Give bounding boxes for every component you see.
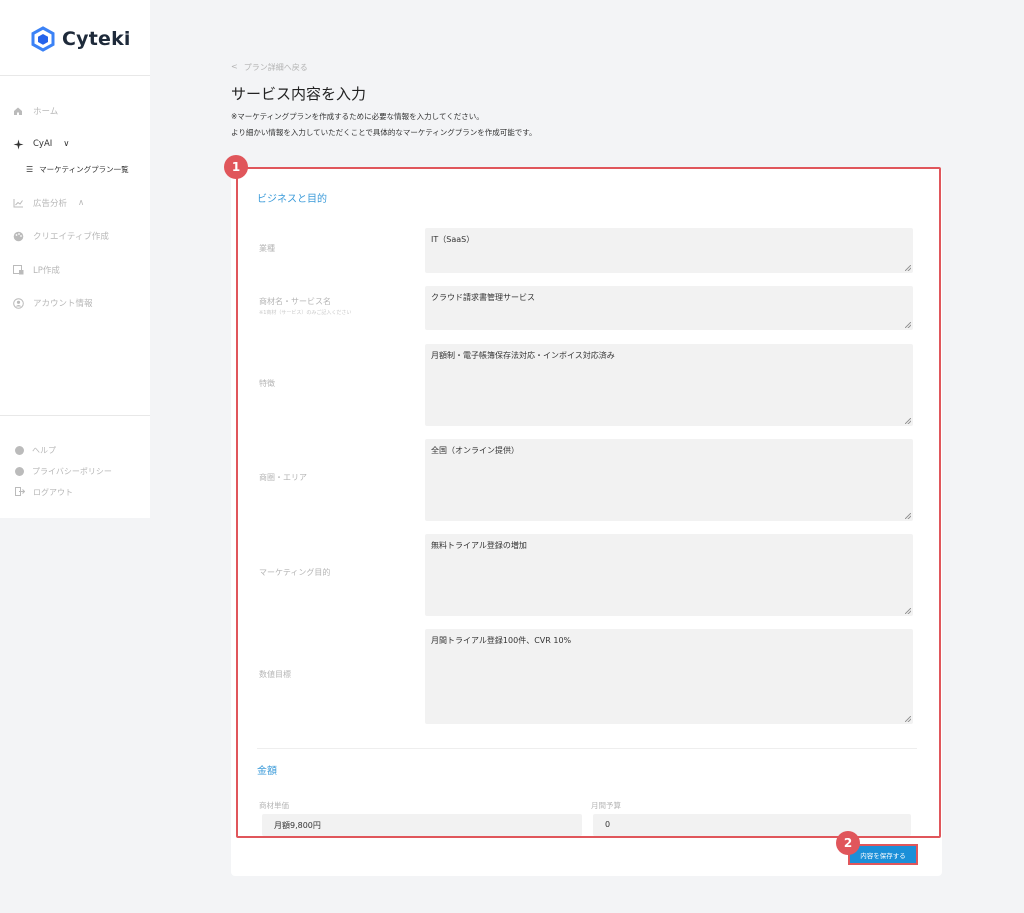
chart-icon [12, 197, 24, 209]
page-description: ※マーケティングプランを作成するために必要な情報を入力してください。 [231, 112, 484, 121]
sidebar-subitem-marketing-plans[interactable]: ☰ マーケティングプラン一覧 [26, 164, 129, 175]
sidebar-item-label: CyAI [33, 139, 53, 149]
palette-icon [12, 230, 24, 242]
sidebar-item-help[interactable]: ヘルプ [15, 445, 56, 456]
sidebar-item-home[interactable]: ホーム [12, 103, 58, 119]
sidebar-item-label: プライバシーポリシー [32, 467, 112, 476]
info-icon [15, 467, 24, 476]
sidebar-item-lp[interactable]: LP作成 [12, 262, 60, 278]
sidebar-subitem-label: マーケティングプラン一覧 [39, 165, 129, 174]
help-icon [15, 446, 24, 455]
sidebar-item-ad-analysis[interactable]: 広告分析 ∧ [12, 195, 84, 211]
lp-icon [12, 264, 24, 276]
back-link-label: プラン詳細へ戻る [243, 63, 308, 72]
home-icon [12, 105, 24, 117]
page-title: サービス内容を入力 [231, 85, 367, 103]
chevron-up-icon: ∧ [78, 198, 85, 208]
sidebar-divider [0, 75, 150, 76]
sidebar-item-privacy[interactable]: プライバシーポリシー [15, 466, 112, 477]
chevron-left-icon: < [231, 62, 238, 71]
sidebar-item-logout[interactable]: ログアウト [15, 487, 73, 498]
logo[interactable]: Cyteki [30, 24, 131, 54]
sidebar-item-label: LP作成 [33, 266, 60, 276]
back-link[interactable]: < プラン詳細へ戻る [231, 62, 308, 73]
highlight-box-form [236, 167, 941, 838]
logo-text: Cyteki [62, 28, 131, 50]
sidebar-item-label: 広告分析 [33, 199, 68, 209]
sidebar-item-label: ログアウト [33, 488, 73, 497]
account-icon [12, 297, 24, 309]
sidebar-item-creative[interactable]: クリエイティブ作成 [12, 228, 109, 244]
chevron-down-icon: ∨ [63, 139, 70, 149]
sidebar-item-label: クリエイティブ作成 [33, 232, 109, 242]
page-description-detail: より細かい情報を入力していただくことで具体的なマーケティングプランを作成可能です… [231, 128, 537, 137]
sidebar-item-label: ホーム [33, 107, 59, 117]
annotation-badge-1: 1 [224, 155, 248, 179]
sidebar: Cyteki ホーム CyAI ∨ ☰ マーケティングプラン一覧 広告分析 ∧ … [0, 0, 150, 518]
sidebar-item-label: アカウント情報 [33, 299, 93, 309]
sidebar-item-label: ヘルプ [32, 446, 56, 455]
sidebar-item-account[interactable]: アカウント情報 [12, 295, 93, 311]
sidebar-divider [0, 415, 150, 416]
save-button[interactable]: 内容を保存する [850, 846, 916, 863]
list-icon: ☰ [26, 165, 34, 174]
sidebar-item-cyai[interactable]: CyAI ∨ [12, 136, 70, 152]
annotation-badge-2: 2 [836, 831, 860, 855]
cyteki-logo-icon [31, 26, 55, 52]
logout-icon [15, 487, 26, 498]
sparkle-icon [12, 138, 24, 150]
